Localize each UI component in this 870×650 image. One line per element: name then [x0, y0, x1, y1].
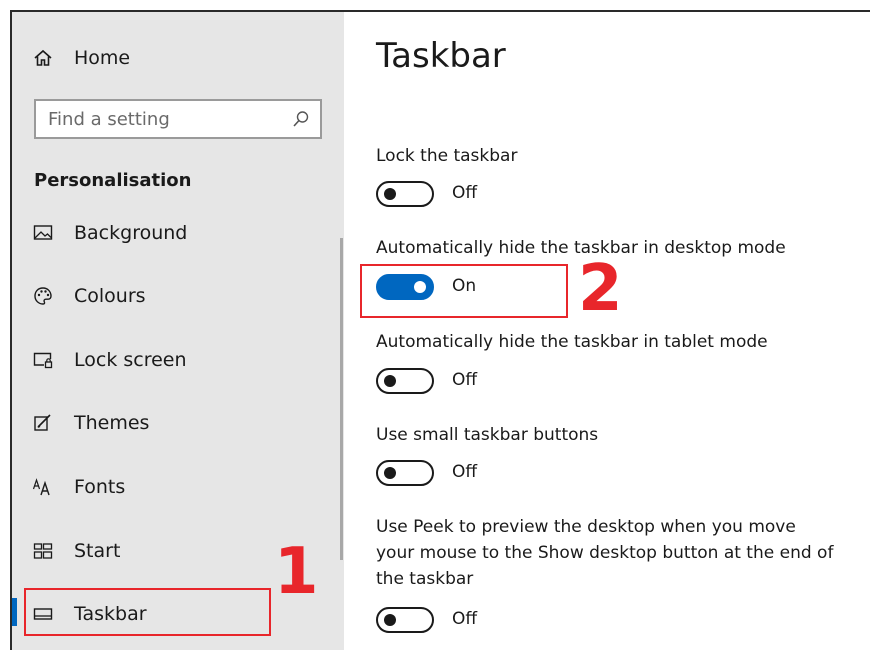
toggle-small-buttons[interactable] [376, 460, 434, 486]
toggle-lock-taskbar[interactable] [376, 181, 434, 207]
toggle-state-small-buttons: Off [452, 462, 478, 482]
section-title: Personalisation [34, 170, 192, 191]
annotation-number-1: 1 [274, 535, 319, 609]
search-box[interactable] [34, 99, 322, 139]
toggle-state-hide-tablet: Off [452, 370, 478, 390]
start-icon [32, 540, 54, 562]
setting-label-lock-taskbar: Lock the taskbar [376, 146, 518, 166]
page-title: Taskbar [376, 36, 506, 76]
sidebar-item-lock-screen[interactable]: Lock screen [12, 334, 344, 386]
main-content: Taskbar Lock the taskbar Off Automatical… [344, 12, 870, 650]
setting-label-small-buttons: Use small taskbar buttons [376, 425, 599, 445]
toggle-hide-tablet[interactable] [376, 368, 434, 394]
sidebar-item-label: Fonts [74, 476, 126, 498]
toggle-state-lock-taskbar: Off [452, 183, 478, 203]
toggle-state-peek: Off [452, 609, 478, 629]
lock-screen-icon [32, 349, 54, 371]
sidebar-item-label: Colours [74, 285, 146, 307]
sidebar-item-label: Themes [74, 412, 150, 434]
toggle-knob [384, 375, 396, 387]
palette-icon [32, 285, 54, 307]
toggle-knob [384, 188, 396, 200]
sidebar-item-home[interactable]: Home [12, 32, 344, 84]
toggle-peek[interactable] [376, 607, 434, 633]
image-icon [32, 222, 54, 244]
search-icon[interactable] [292, 110, 310, 128]
sidebar-item-fonts[interactable]: Fonts [12, 461, 344, 513]
fonts-icon [32, 476, 54, 498]
sidebar-item-label: Home [74, 47, 131, 69]
annotation-number-2: 2 [578, 252, 623, 326]
sidebar-item-colours[interactable]: Colours [12, 270, 344, 322]
sidebar-item-background[interactable]: Background [12, 207, 344, 259]
sidebar-scrollbar[interactable] [340, 238, 343, 560]
home-icon [32, 47, 54, 69]
search-input[interactable] [48, 107, 278, 131]
toggle-knob [384, 614, 396, 626]
annotation-box-autohide [360, 264, 568, 318]
settings-window: Home Personalisation Background [10, 10, 870, 650]
themes-icon [32, 412, 54, 434]
sidebar-item-label: Lock screen [74, 349, 187, 371]
sidebar-item-label: Background [74, 222, 188, 244]
setting-label-hide-tablet: Automatically hide the taskbar in tablet… [376, 332, 768, 352]
sidebar-item-label: Start [74, 540, 121, 562]
sidebar-item-themes[interactable]: Themes [12, 397, 344, 449]
toggle-knob [384, 467, 396, 479]
setting-label-peek: Use Peek to preview the desktop when you… [376, 517, 834, 589]
annotation-box-taskbar [24, 588, 271, 636]
